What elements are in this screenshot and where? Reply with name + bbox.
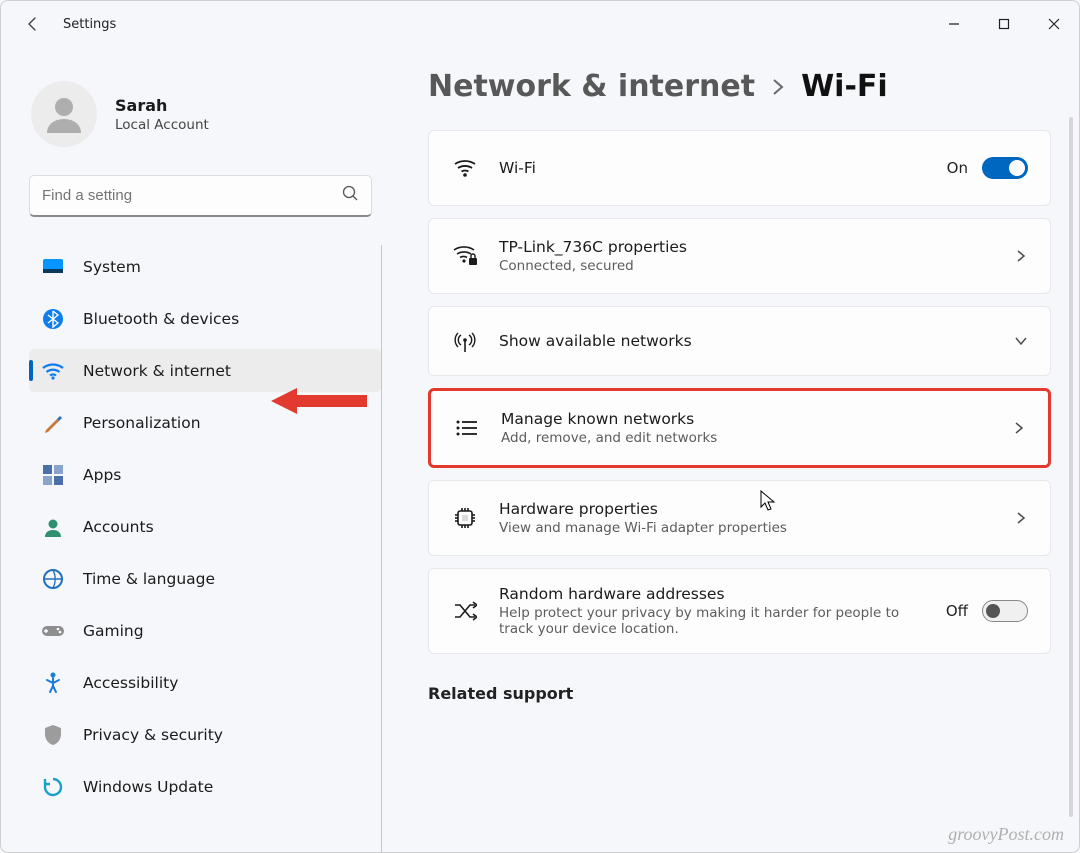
shuffle-icon bbox=[451, 601, 479, 621]
related-support-heading: Related support bbox=[428, 684, 1051, 703]
sidebar-item-system[interactable]: System bbox=[29, 245, 381, 288]
sidebar-item-label: Gaming bbox=[83, 622, 144, 640]
breadcrumb-current: Wi-Fi bbox=[801, 69, 888, 104]
random-state-label: Off bbox=[946, 602, 968, 620]
search-icon bbox=[342, 185, 359, 206]
titlebar: Settings bbox=[1, 1, 1079, 47]
wifi-title: Wi-Fi bbox=[499, 159, 927, 177]
caption-buttons bbox=[929, 6, 1079, 42]
apps-icon bbox=[41, 463, 65, 487]
chip-icon bbox=[451, 506, 479, 530]
sidebar-item-label: Privacy & security bbox=[83, 726, 223, 744]
wifi-toggle[interactable] bbox=[982, 157, 1028, 179]
minimize-button[interactable] bbox=[929, 6, 979, 42]
sidebar-item-label: Personalization bbox=[83, 414, 201, 432]
main-panel: Network & internet Wi-Fi Wi-Fi On bbox=[386, 47, 1079, 852]
globe-clock-icon bbox=[41, 567, 65, 591]
chevron-right-icon bbox=[1012, 421, 1026, 435]
gamepad-icon bbox=[41, 619, 65, 643]
card-random-hardware-addresses[interactable]: Random hardware addresses Help protect y… bbox=[428, 568, 1051, 654]
known-title: Manage known networks bbox=[501, 410, 992, 428]
sidebar-item-accounts[interactable]: Accounts bbox=[29, 505, 381, 548]
close-button[interactable] bbox=[1029, 6, 1079, 42]
chevron-right-icon bbox=[1014, 511, 1028, 525]
hardware-title: Hardware properties bbox=[499, 500, 994, 518]
sidebar-item-label: Windows Update bbox=[83, 778, 213, 796]
sidebar-item-network[interactable]: Network & internet bbox=[29, 349, 381, 392]
breadcrumb: Network & internet Wi-Fi bbox=[428, 69, 1051, 104]
sidebar-item-gaming[interactable]: Gaming bbox=[29, 609, 381, 652]
watermark: groovyPost.com bbox=[948, 824, 1064, 845]
connection-subtitle: Connected, secured bbox=[499, 258, 994, 274]
search-box[interactable] bbox=[29, 175, 372, 217]
wifi-icon bbox=[41, 359, 65, 383]
card-available-networks[interactable]: Show available networks bbox=[428, 306, 1051, 376]
connection-title: TP-Link_736C properties bbox=[499, 238, 994, 256]
profile[interactable]: Sarah Local Account bbox=[29, 77, 376, 175]
back-button[interactable] bbox=[17, 8, 49, 40]
breadcrumb-parent[interactable]: Network & internet bbox=[428, 69, 755, 104]
random-subtitle: Help protect your privacy by making it h… bbox=[499, 605, 926, 637]
nav-list: System Bluetooth & devices Network & int… bbox=[29, 245, 382, 852]
accounts-icon bbox=[41, 515, 65, 539]
chevron-right-icon bbox=[1014, 249, 1028, 263]
sidebar-item-label: Bluetooth & devices bbox=[83, 310, 239, 328]
shield-icon bbox=[41, 723, 65, 747]
antenna-icon bbox=[451, 329, 479, 353]
available-title: Show available networks bbox=[499, 332, 994, 350]
wifi-state-label: On bbox=[947, 159, 968, 177]
update-icon bbox=[41, 775, 65, 799]
sidebar-item-label: Time & language bbox=[83, 570, 215, 588]
profile-account-type: Local Account bbox=[115, 117, 209, 133]
avatar bbox=[31, 81, 97, 147]
sidebar-item-apps[interactable]: Apps bbox=[29, 453, 381, 496]
chevron-right-icon bbox=[771, 77, 785, 97]
content-area: Sarah Local Account System Bluetooth & d… bbox=[1, 47, 1079, 852]
random-toggle[interactable] bbox=[982, 600, 1028, 622]
profile-name: Sarah bbox=[115, 96, 209, 115]
search-input[interactable] bbox=[42, 187, 342, 204]
sidebar: Sarah Local Account System Bluetooth & d… bbox=[1, 47, 386, 852]
sidebar-item-label: Apps bbox=[83, 466, 121, 484]
maximize-button[interactable] bbox=[979, 6, 1029, 42]
random-title: Random hardware addresses bbox=[499, 585, 926, 603]
sidebar-item-label: Accessibility bbox=[83, 674, 178, 692]
known-subtitle: Add, remove, and edit networks bbox=[501, 430, 992, 446]
settings-window: Settings Sarah Local Account bbox=[0, 0, 1080, 853]
sidebar-item-label: Network & internet bbox=[83, 362, 231, 380]
card-connection-properties[interactable]: TP-Link_736C properties Connected, secur… bbox=[428, 218, 1051, 294]
sidebar-item-accessibility[interactable]: Accessibility bbox=[29, 661, 381, 704]
card-manage-known-networks[interactable]: Manage known networks Add, remove, and e… bbox=[428, 388, 1051, 468]
paintbrush-icon bbox=[41, 411, 65, 435]
chevron-down-icon bbox=[1014, 334, 1028, 348]
card-hardware-properties[interactable]: Hardware properties View and manage Wi-F… bbox=[428, 480, 1051, 556]
bluetooth-icon bbox=[41, 307, 65, 331]
wifi-secure-icon bbox=[451, 245, 479, 267]
window-title: Settings bbox=[63, 17, 116, 32]
list-icon bbox=[453, 419, 481, 437]
sidebar-item-privacy[interactable]: Privacy & security bbox=[29, 713, 381, 756]
arrow-left-icon bbox=[25, 16, 41, 32]
sidebar-item-time-language[interactable]: Time & language bbox=[29, 557, 381, 600]
profile-text: Sarah Local Account bbox=[115, 96, 209, 133]
accessibility-icon bbox=[41, 671, 65, 695]
system-icon bbox=[41, 255, 65, 279]
card-wifi-toggle[interactable]: Wi-Fi On bbox=[428, 130, 1051, 206]
sidebar-item-label: System bbox=[83, 258, 141, 276]
hardware-subtitle: View and manage Wi-Fi adapter properties bbox=[499, 520, 994, 536]
sidebar-item-windows-update[interactable]: Windows Update bbox=[29, 765, 381, 808]
sidebar-item-personalization[interactable]: Personalization bbox=[29, 401, 381, 444]
sidebar-item-bluetooth[interactable]: Bluetooth & devices bbox=[29, 297, 381, 340]
scrollbar[interactable] bbox=[1069, 117, 1073, 817]
person-icon bbox=[41, 91, 87, 137]
wifi-icon bbox=[451, 158, 479, 178]
sidebar-item-label: Accounts bbox=[83, 518, 154, 536]
